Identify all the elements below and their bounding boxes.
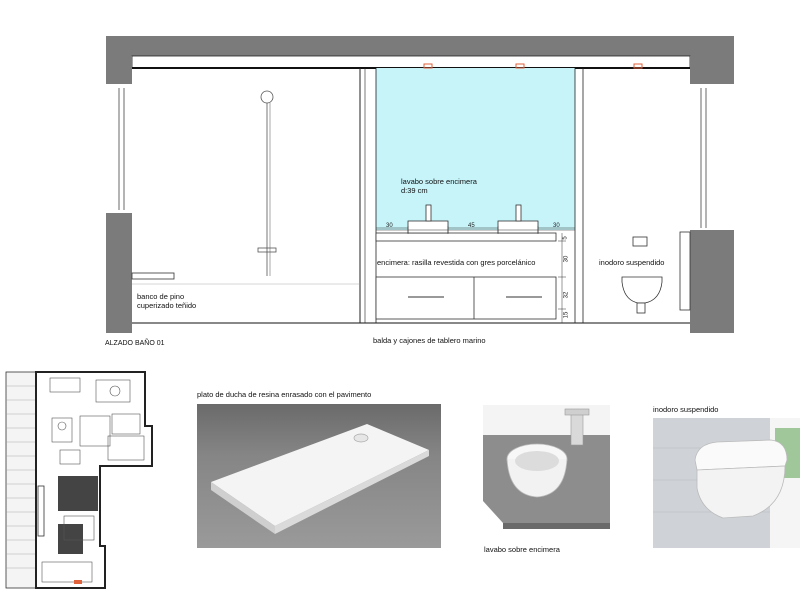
right-wall-lower [690, 230, 734, 333]
left-wall-lower [106, 213, 132, 333]
toilet-caption: inodoro suspendido [653, 405, 719, 414]
basin-counter-label: lavabo sobre encimera d:39 cm [401, 177, 477, 195]
left-wall-upper [106, 56, 132, 84]
shower-head [260, 90, 274, 104]
drain-icon [353, 433, 369, 443]
faucet-left [425, 204, 432, 222]
faucet-right [515, 204, 522, 222]
dim-h-1: 30 [386, 223, 393, 229]
basin-right [497, 220, 539, 234]
dim-h-3: 30 [553, 223, 560, 229]
dim-v-4: 15 [563, 311, 570, 319]
cabinet [375, 276, 557, 320]
ceiling-line [131, 55, 691, 69]
shelf-label: balda y cajones de tablero marino [373, 336, 486, 345]
floor-plan [5, 371, 153, 589]
toilet-photo [653, 418, 800, 548]
dim-v-1: 5 [562, 236, 569, 240]
shower-tray-photo [197, 404, 441, 548]
dim-h-2: 45 [468, 223, 475, 229]
dim-v-3: 32 [563, 291, 570, 299]
mirror-glass [376, 68, 575, 230]
toilet-elevation-label: inodoro suspendido [599, 258, 665, 267]
countertop-label: encimera: rasilla revestida con gres por… [377, 258, 536, 267]
basin-caption: lavabo sobre encimera [484, 545, 560, 554]
wall-panel [679, 231, 691, 311]
toilet-elevation [621, 276, 663, 304]
shower-caption: plato de ducha de resina enrasado con el… [197, 390, 372, 399]
flush-plate [632, 236, 648, 247]
basin-left [407, 220, 449, 234]
bench-label: banco de pino cuperizado teñido [137, 292, 197, 310]
basin-photo [483, 405, 610, 529]
dim-v-2: 30 [563, 255, 570, 263]
elevation-drawing [106, 36, 734, 333]
faucet-icon [570, 412, 584, 446]
ceiling-slab [106, 36, 734, 56]
countertop [375, 232, 557, 242]
bench [131, 272, 175, 280]
elevation-title: ALZADO BAÑO 01 [105, 340, 165, 347]
right-wall-upper [690, 56, 734, 84]
